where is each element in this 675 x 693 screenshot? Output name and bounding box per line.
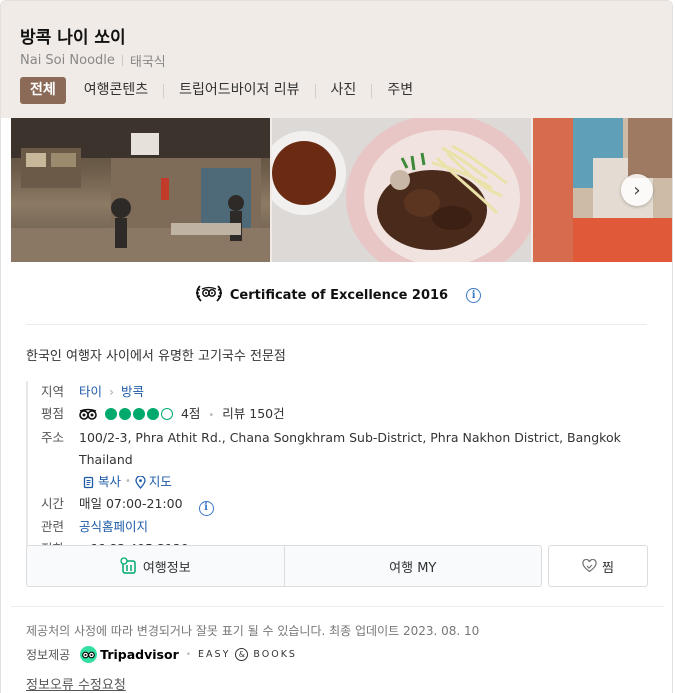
easybooks-right: BOOKS — [253, 649, 297, 660]
section-divider — [26, 324, 647, 325]
place-title: 방콕 나이 쏘이 — [20, 28, 126, 48]
detail-key: 평점 — [41, 406, 65, 421]
tab-travel-content[interactable]: 여행콘텐츠 — [69, 77, 163, 104]
dot-separator: • — [185, 649, 192, 660]
ampersand-icon: & — [235, 648, 249, 661]
detail-row-hours: 시간 매일 07:00-21:00 i — [41, 493, 656, 516]
report-error-link[interactable]: 정보오류 수정요청 — [26, 674, 126, 693]
place-header: 방콕 나이 쏘이 Nai Soi Noodle 태국식 전체 여행콘텐츠 트립어… — [1, 1, 672, 118]
action-button-group: 여행정보 여행 MY — [26, 545, 542, 587]
info-icon[interactable]: i — [198, 500, 214, 516]
opening-hours: 매일 07:00-21:00 — [79, 496, 183, 511]
laurel-owl-icon — [194, 283, 224, 307]
dot-separator: • — [125, 476, 131, 487]
photo-strip — [11, 118, 672, 262]
region-country-link[interactable]: 타이 — [79, 384, 102, 399]
official-homepage-link[interactable]: 공식홈페이지 — [79, 519, 148, 534]
travel-my-label: 여행 MY — [389, 560, 437, 576]
save-favorite-button[interactable]: 찜 — [548, 545, 648, 587]
rating-score: 4점 — [180, 406, 201, 421]
travel-info-icon — [120, 557, 136, 574]
photo-noodle-dish[interactable] — [272, 118, 531, 262]
easybooks-left: EASY — [198, 649, 231, 660]
certificate-text: Certificate of Excellence 2016 — [229, 287, 449, 303]
rating-bubbles — [104, 408, 173, 420]
chevron-right-icon: › — [633, 179, 641, 201]
provider-label: 정보제공 — [26, 648, 71, 662]
english-name: Nai Soi Noodle — [20, 53, 115, 68]
easybooks-logo: EASY & BOOKS — [198, 648, 297, 661]
rating-bubble-filled — [118, 408, 131, 420]
travel-my-button[interactable]: 여행 MY — [283, 546, 542, 586]
rating-bubble-filled — [132, 408, 145, 420]
cuisine-category: 태국식 — [129, 55, 166, 70]
place-subtitle: Nai Soi Noodle 태국식 — [20, 51, 166, 70]
review-count: 리뷰 150건 — [222, 406, 285, 421]
tab-tripadvisor-reviews[interactable]: 트립어드바이저 리뷰 — [164, 77, 314, 104]
detail-key: 주소 — [41, 430, 65, 445]
info-icon[interactable]: i — [466, 287, 482, 303]
rating-bubble-filled — [104, 408, 117, 420]
map-pin-icon — [135, 475, 146, 489]
detail-row-rating: 평점 4점 • 리뷰 150건 — [41, 403, 656, 427]
region-city-link[interactable]: 방콕 — [121, 384, 144, 399]
travel-info-label: 여행정보 — [142, 560, 191, 576]
address-text: 100/2-3, Phra Athit Rd., Chana Songkhram… — [79, 430, 621, 467]
copy-label: 복사 — [98, 474, 122, 489]
chevron-right-icon: › — [109, 384, 114, 399]
rating-bubble-empty — [160, 408, 173, 420]
rating-bubble-filled — [146, 408, 159, 420]
tab-all[interactable]: 전체 — [20, 77, 66, 104]
info-provider: 정보제공 Tripadvisor • EASY & BOOKS — [26, 646, 297, 663]
detail-row-related: 관련 공식홈페이지 — [41, 516, 656, 538]
detail-key: 관련 — [41, 518, 65, 534]
tripadvisor-owl-icon — [79, 405, 97, 427]
photo-restaurant-interior[interactable] — [11, 118, 270, 262]
place-description: 한국인 여행자 사이에서 유명한 고기국수 전문점 — [26, 349, 286, 364]
copy-address-button[interactable]: 복사 — [83, 471, 121, 493]
certificate-of-excellence: Certificate of Excellence 2016 i — [1, 283, 672, 307]
tab-nearby[interactable]: 주변 — [372, 77, 428, 104]
tripadvisor-wordmark: Tripadvisor — [100, 647, 179, 662]
save-favorite-label: 찜 — [602, 560, 614, 576]
details-list: 지역 타이 › 방콕 평점 4점 • 리뷰 150건 주소 100/2-3, P… — [26, 381, 656, 560]
dot-separator: • — [208, 410, 215, 421]
detail-row-region: 지역 타이 › 방콕 — [41, 381, 656, 403]
map-button[interactable]: 지도 — [135, 471, 172, 493]
heart-icon — [582, 559, 597, 573]
subtitle-divider — [121, 55, 123, 66]
carousel-next-button[interactable]: › — [621, 174, 653, 206]
tripadvisor-owl-icon — [80, 646, 98, 663]
detail-key: 시간 — [41, 496, 65, 511]
tripadvisor-logo: Tripadvisor — [80, 646, 179, 663]
tab-photos[interactable]: 사진 — [316, 77, 372, 104]
travel-info-button[interactable]: 여행정보 — [27, 546, 284, 586]
place-card: 방콕 나이 쏘이 Nai Soi Noodle 태국식 전체 여행콘텐츠 트립어… — [0, 0, 673, 693]
tab-bar: 전체 여행콘텐츠 트립어드바이저 리뷰 사진 주변 — [20, 77, 428, 104]
update-notice: 제공처의 사정에 따라 변경되거나 잘못 표기 될 수 있습니다. 최종 업데이… — [26, 624, 480, 638]
detail-key: 지역 — [41, 384, 65, 399]
map-label: 지도 — [148, 474, 172, 489]
section-divider — [11, 606, 664, 607]
copy-icon — [83, 476, 94, 488]
detail-row-address: 주소 100/2-3, Phra Athit Rd., Chana Songkh… — [41, 427, 656, 493]
